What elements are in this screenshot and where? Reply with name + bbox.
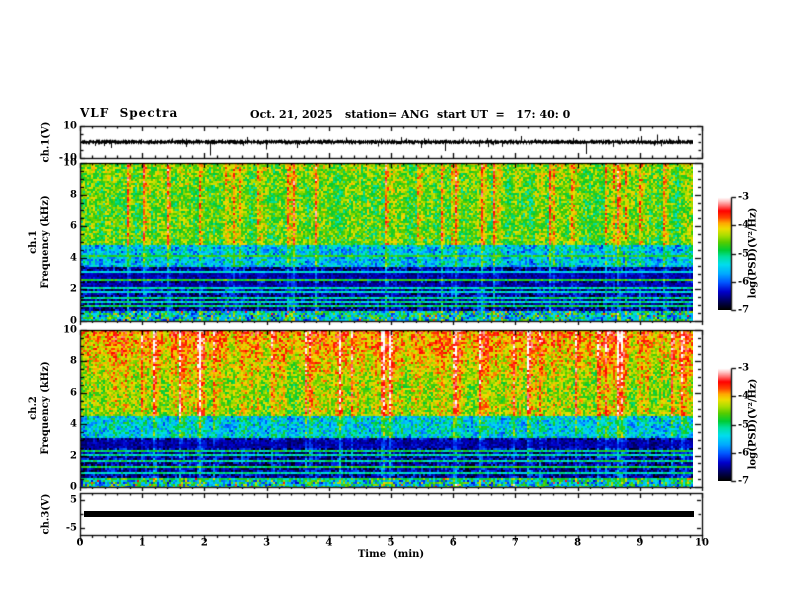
time-tick-label: 3 <box>263 537 271 549</box>
time-tick-label: 5 <box>387 537 395 549</box>
ch2-freq-tick-label: 8 <box>70 355 77 367</box>
time-tick-label: 7 <box>511 537 519 549</box>
time-tick-label: 4 <box>325 537 333 549</box>
ch2-label: ch.2 <box>28 396 39 420</box>
colorbar2-psd-label: log(PSD)(V²/Hz) <box>747 378 759 470</box>
ch3-volt-tick-label: -5 <box>65 522 77 534</box>
ch2-freq-tick-label: 0 <box>70 481 77 493</box>
ch1-freq-units-label: Frequency (kHz) <box>40 195 51 289</box>
axes-frame-canvas <box>0 0 792 612</box>
ch1-freq-tick-label: 8 <box>70 189 77 201</box>
ch1-freq-tick-label: 10 <box>63 157 77 169</box>
colorbar1-psd-label: log(PSD)(V²/Hz) <box>747 207 759 299</box>
psd-tick-label: -6 <box>738 276 750 288</box>
time-tick-label: 8 <box>574 537 582 549</box>
vlf-spectra-figure: VLF Spectra Oct. 21, 2025 station= ANG s… <box>0 0 792 612</box>
psd-tick-label: -3 <box>738 362 750 374</box>
time-tick-label: 1 <box>138 537 146 549</box>
psd-tick-label: -5 <box>738 248 750 259</box>
psd-tick-label: -7 <box>738 304 750 316</box>
psd-tick-label: -4 <box>738 390 750 402</box>
time-tick-label: 9 <box>636 537 644 549</box>
psd-tick-label: -6 <box>738 447 750 459</box>
time-tick-label: 0 <box>76 537 84 549</box>
ch1-freq-tick-label: 4 <box>70 252 77 264</box>
ch2-freq-tick-label: 4 <box>70 418 77 430</box>
ch2-freq-tick-label: 2 <box>70 450 77 462</box>
time-axis-label: Time (min) <box>357 549 425 560</box>
time-tick-label: 2 <box>200 537 208 549</box>
ch1-freq-tick-label: 6 <box>70 220 77 232</box>
ch3-volt-axis-label: ch.3(V) <box>40 493 52 535</box>
ch3-volt-tick-label: 5 <box>70 494 77 506</box>
ch2-freq-units-label: Frequency (kHz) <box>40 361 51 455</box>
psd-tick-label: -5 <box>738 419 750 430</box>
psd-tick-label: -7 <box>738 475 750 487</box>
ch2-freq-axis-label: ch.2 Frequency (kHz) <box>28 361 52 454</box>
ch2-freq-tick-label: 6 <box>70 387 77 399</box>
ch1-freq-axis-label: ch.1 Frequency (kHz) <box>28 195 52 288</box>
ch1-freq-tick-label: 2 <box>70 283 77 295</box>
ch1-volt-axis-label: ch.1(V) <box>40 121 52 163</box>
psd-tick-label: -3 <box>738 191 750 203</box>
time-tick-label: 6 <box>449 537 457 549</box>
ch2-freq-tick-label: 10 <box>63 324 77 336</box>
time-tick-label: 10 <box>695 537 709 549</box>
ch1-label: ch.1 <box>28 230 39 254</box>
psd-tick-label: -4 <box>738 219 750 231</box>
ch1-volt-tick-label: 10 <box>63 120 77 132</box>
